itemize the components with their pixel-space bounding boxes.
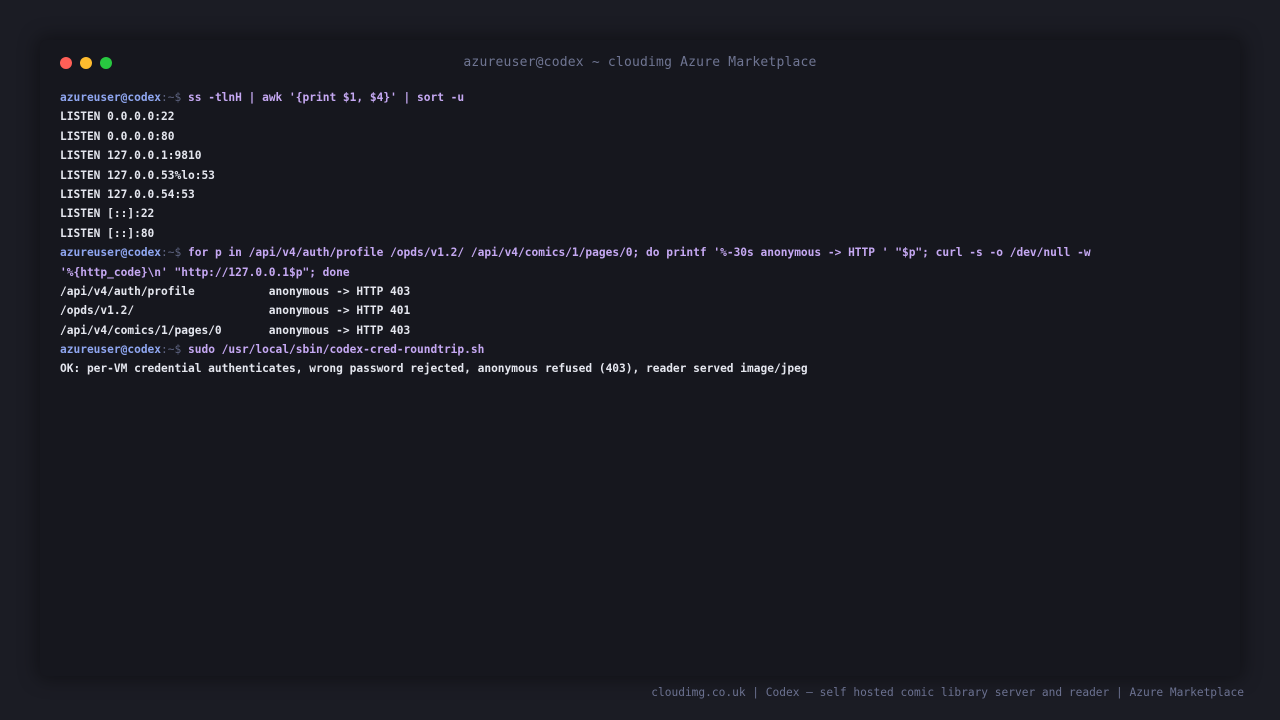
output-line: /opds/v1.2/ anonymous -> HTTP 401 — [60, 304, 411, 318]
output-line: LISTEN [::]:22 — [60, 207, 155, 221]
prompt-user-host: azureuser@codex — [60, 246, 162, 260]
terminal-output[interactable]: azureuser@codex:~$ ss -tlnH | awk '{prin… — [60, 88, 1220, 379]
title-bar: azureuser@codex ~ cloudimg Azure Marketp… — [40, 40, 1240, 88]
prompt-user-host: azureuser@codex — [60, 343, 162, 357]
output-line: LISTEN [::]:80 — [60, 226, 155, 240]
prompt-path: :~$ — [161, 343, 188, 357]
terminal-window: azureuser@codex ~ cloudimg Azure Marketp… — [40, 40, 1240, 676]
output-line: LISTEN 127.0.0.1:9810 — [60, 149, 202, 163]
prompt-line: azureuser@codex:~$ sudo /usr/local/sbin/… — [60, 340, 1220, 359]
prompt-line: azureuser@codex:~$ for p in /api/v4/auth… — [60, 243, 1220, 262]
command-text: sudo /usr/local/sbin/codex-cred-roundtri… — [188, 343, 485, 357]
output-line: LISTEN 0.0.0.0:80 — [60, 129, 175, 143]
command-continuation: '%{http_code}\n' "http://127.0.0.1$p"; d… — [60, 265, 350, 279]
output-line: /api/v4/auth/profile anonymous -> HTTP 4… — [60, 284, 411, 298]
output-line: /api/v4/comics/1/pages/0 anonymous -> HT… — [60, 323, 411, 337]
footer-caption: cloudimg.co.uk | Codex — self hosted com… — [651, 686, 1244, 699]
command-text: for p in /api/v4/auth/profile /opds/v1.2… — [188, 246, 1091, 260]
output-line: LISTEN 127.0.0.53%lo:53 — [60, 168, 215, 182]
output-line: LISTEN 0.0.0.0:22 — [60, 110, 175, 124]
command-text: ss -tlnH | awk '{print $1, $4}' | sort -… — [188, 91, 465, 104]
prompt-path: :~$ — [161, 91, 188, 104]
output-line: LISTEN 127.0.0.54:53 — [60, 187, 195, 201]
output-line: OK: per-VM credential authenticates, wro… — [60, 362, 808, 376]
prompt-path: :~$ — [161, 246, 188, 260]
window-title: azureuser@codex ~ cloudimg Azure Marketp… — [463, 55, 817, 70]
prompt-line: azureuser@codex:~$ ss -tlnH | awk '{prin… — [60, 88, 1220, 107]
prompt-user-host: azureuser@codex — [60, 91, 162, 104]
